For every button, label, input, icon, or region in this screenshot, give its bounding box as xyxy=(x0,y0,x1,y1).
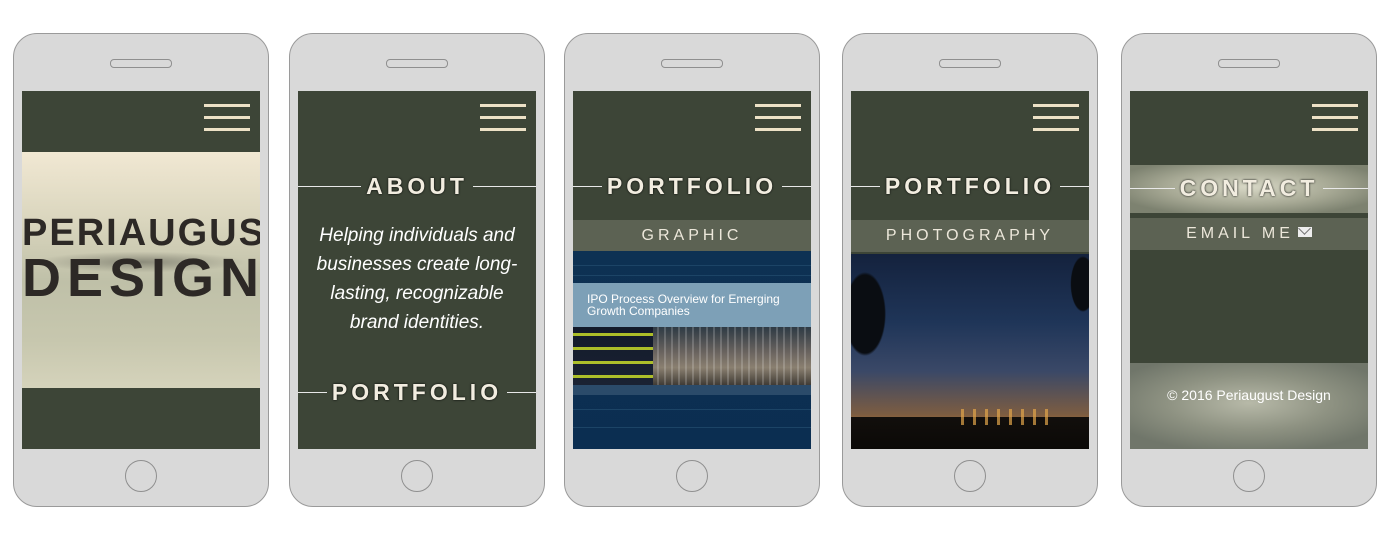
category-tab-photography[interactable]: PHOTOGRAPHY xyxy=(851,220,1089,252)
hero-banner: PERIAUGUST DESIGN xyxy=(22,152,260,388)
footer-copyright: © 2016 Periaugust Design xyxy=(1130,363,1368,449)
screen-portfolio-graphic: PORTFOLIO GRAPHIC IPO Process Overview f… xyxy=(573,91,811,449)
city-lights xyxy=(961,409,1051,425)
phone-speaker xyxy=(661,59,723,68)
home-button xyxy=(1233,460,1265,492)
palm-silhouette xyxy=(1063,254,1089,344)
section-heading-portfolio[interactable]: PORTFOLIO xyxy=(298,377,536,407)
hamburger-menu-icon[interactable] xyxy=(480,104,526,131)
phone-mockup-home: PERIAUGUST DESIGN xyxy=(13,33,269,507)
phone-mockup-contact: CONTACT EMAIL ME © 2016 Periaugust Desig… xyxy=(1121,33,1377,507)
home-button xyxy=(125,460,157,492)
screen-contact: CONTACT EMAIL ME © 2016 Periaugust Desig… xyxy=(1130,91,1368,449)
stock-exchange-photo xyxy=(573,327,811,385)
sunset-photo[interactable] xyxy=(851,254,1089,449)
phone-speaker xyxy=(1218,59,1280,68)
category-tab-graphic[interactable]: GRAPHIC xyxy=(573,220,811,252)
heading-text: PORTFOLIO xyxy=(606,172,778,199)
hamburger-menu-icon[interactable] xyxy=(755,104,801,131)
section-heading-contact: CONTACT xyxy=(1130,173,1368,203)
portfolio-thumbnail[interactable]: IPO Process Overview for Emerging Growth… xyxy=(573,251,811,449)
phone-mockup-portfolio-graphic: PORTFOLIO GRAPHIC IPO Process Overview f… xyxy=(564,33,820,507)
email-me-button[interactable]: EMAIL ME xyxy=(1130,218,1368,250)
section-heading-about: ABOUT xyxy=(298,171,536,201)
section-heading-portfolio: PORTFOLIO xyxy=(573,171,811,201)
hamburger-menu-icon[interactable] xyxy=(204,104,250,131)
home-button xyxy=(954,460,986,492)
home-button xyxy=(676,460,708,492)
heading-text: CONTACT xyxy=(1179,174,1319,201)
phone-speaker xyxy=(386,59,448,68)
screen-portfolio-photography: PORTFOLIO PHOTOGRAPHY xyxy=(851,91,1089,449)
screen-home: PERIAUGUST DESIGN xyxy=(22,91,260,449)
heading-text: PORTFOLIO xyxy=(884,172,1056,199)
phone-mockup-portfolio-photography: PORTFOLIO PHOTOGRAPHY xyxy=(842,33,1098,507)
envelope-icon xyxy=(1297,227,1312,238)
hero-title-line2: DESIGN xyxy=(22,248,260,308)
phone-speaker xyxy=(110,59,172,68)
home-button xyxy=(401,460,433,492)
email-label: EMAIL ME xyxy=(1186,225,1294,242)
hamburger-menu-icon[interactable] xyxy=(1312,104,1358,131)
phone-speaker xyxy=(939,59,1001,68)
about-description: Helping individuals and businesses creat… xyxy=(316,225,518,333)
hero-title-line1: PERIAUGUST xyxy=(22,212,260,254)
heading-text: PORTFOLIO xyxy=(331,378,503,405)
screen-about: ABOUT Helping individuals and businesses… xyxy=(298,91,536,449)
palm-silhouette xyxy=(851,254,891,424)
heading-text: ABOUT xyxy=(366,172,468,199)
hamburger-menu-icon[interactable] xyxy=(1033,104,1079,131)
phone-mockup-about: ABOUT Helping individuals and businesses… xyxy=(289,33,545,507)
section-heading-portfolio: PORTFOLIO xyxy=(851,171,1089,201)
thumbnail-caption: IPO Process Overview for Emerging Growth… xyxy=(573,283,811,327)
